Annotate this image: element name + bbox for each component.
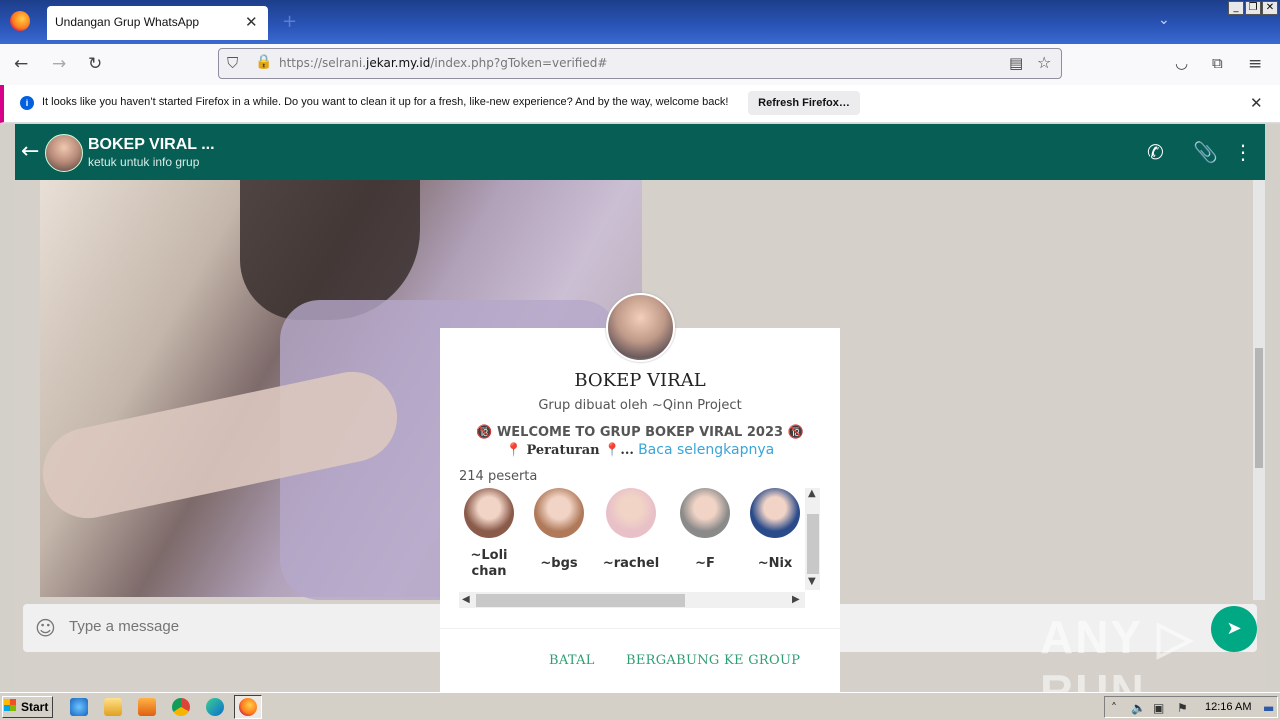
close-window-icon[interactable]: ✕ xyxy=(1262,1,1278,15)
member-item[interactable]: ~bgs xyxy=(529,486,589,590)
minimize-window-icon[interactable]: _ xyxy=(1228,1,1244,15)
group-invite-dialog: BOKEP VIRAL Grup dibuat oleh ~Qinn Proje… xyxy=(440,328,840,692)
firefox-icon xyxy=(239,698,257,716)
shield-icon[interactable]: ⛉ xyxy=(227,54,238,72)
member-item[interactable]: ~rachel xyxy=(601,486,661,590)
pocket-icon[interactable]: ◡ xyxy=(1175,54,1188,72)
address-bar[interactable]: ⛉ 🔒 https://selrani.jekar.my.id/index.ph… xyxy=(218,48,1062,79)
windows-taskbar: Start ˄ 🔈 ▣ ⚑ 12:16 AM ▬ xyxy=(0,692,1280,720)
image-region xyxy=(240,180,420,320)
menu-icon[interactable]: ≡ xyxy=(1248,54,1262,74)
group-avatar[interactable] xyxy=(45,134,83,172)
member-avatar xyxy=(606,488,656,538)
bookmark-star-icon[interactable]: ☆ xyxy=(1037,53,1051,72)
windows-logo-icon xyxy=(4,699,16,711)
reload-icon[interactable]: ↻ xyxy=(88,54,102,74)
tab-title: Undangan Grup WhatsApp xyxy=(55,15,200,29)
member-name: ~bgs xyxy=(540,556,578,571)
member-item[interactable]: ~Nix xyxy=(745,486,801,590)
browser-tab[interactable]: Undangan Grup WhatsApp ✕ xyxy=(47,6,268,40)
member-name: ~Nix xyxy=(757,556,793,571)
paperclip-icon[interactable]: 📎 xyxy=(1193,140,1218,164)
cancel-button[interactable]: BATAL xyxy=(549,653,595,668)
refresh-firefox-button[interactable]: Refresh Firefox… xyxy=(748,91,860,115)
group-subtitle[interactable]: ketuk untuk info grup xyxy=(88,155,199,169)
back-arrow-icon[interactable]: ← xyxy=(14,54,28,74)
lock-icon[interactable]: 🔒 xyxy=(255,54,272,70)
whatsapp-header[interactable]: ← BOKEP VIRAL ... ketuk untuk info grup … xyxy=(15,124,1265,180)
show-hidden-icons-icon[interactable]: ˄ xyxy=(1111,701,1117,715)
back-arrow-icon[interactable]: ← xyxy=(21,139,39,164)
emoji-icon[interactable]: ☺ xyxy=(35,616,56,640)
dialog-divider xyxy=(440,628,840,629)
restore-window-icon[interactable]: ❐ xyxy=(1245,1,1261,15)
taskbar-firefox-button[interactable] xyxy=(234,695,262,719)
tab-close-icon[interactable]: ✕ xyxy=(245,13,258,31)
close-notification-icon[interactable]: ✕ xyxy=(1250,94,1263,112)
member-name: ~F xyxy=(695,556,715,571)
browser-tab-strip: Undangan Grup WhatsApp ✕ + ⌄ _ ❐ ✕ xyxy=(0,0,1280,44)
network-icon[interactable]: ▣ xyxy=(1153,701,1164,715)
chrome-icon[interactable] xyxy=(172,698,190,716)
group-name[interactable]: BOKEP VIRAL ... xyxy=(88,136,215,154)
member-avatar xyxy=(534,488,584,538)
system-tray: ˄ 🔈 ▣ ⚑ 12:16 AM ▬ xyxy=(1104,696,1278,718)
file-explorer-icon[interactable] xyxy=(104,698,122,716)
scroll-down-icon[interactable]: ▼ xyxy=(808,576,816,587)
participant-count: 214 peserta xyxy=(459,469,538,484)
info-icon: i xyxy=(20,96,34,110)
scroll-right-icon[interactable]: ▶ xyxy=(792,594,800,605)
join-group-button[interactable]: BERGABUNG KE GROUP xyxy=(626,653,800,668)
forward-arrow-icon[interactable]: → xyxy=(52,54,66,74)
member-list[interactable]: ~Loli chan ~bgs ~rachel ~F ~Nix xyxy=(459,486,801,606)
dialog-group-name: BOKEP VIRAL xyxy=(574,370,706,391)
scrollbar-thumb[interactable] xyxy=(476,594,685,607)
volume-icon[interactable]: 🔈 xyxy=(1131,701,1146,715)
new-tab-icon[interactable]: + xyxy=(282,11,297,32)
phone-icon[interactable]: ✆ xyxy=(1147,140,1164,164)
firefox-notification-bar: i It looks like you haven’t started Fire… xyxy=(0,85,1280,123)
member-item[interactable]: ~Loli chan xyxy=(459,486,519,590)
media-player-icon[interactable] xyxy=(138,698,156,716)
firefox-logo-icon[interactable] xyxy=(10,11,30,31)
member-name: ~Loli chan xyxy=(470,548,508,579)
member-avatar xyxy=(680,488,730,538)
scroll-left-icon[interactable]: ◀ xyxy=(462,594,470,605)
browser-navigation-bar: ← → ↻ ⛉ 🔒 https://selrani.jekar.my.id/in… xyxy=(0,44,1280,85)
dialog-group-avatar xyxy=(606,293,675,362)
reader-view-icon[interactable]: ▤ xyxy=(1009,54,1023,72)
url-text[interactable]: https://selrani.jekar.my.id/index.php?gT… xyxy=(279,56,607,70)
message-input[interactable] xyxy=(69,618,469,635)
notification-message: It looks like you haven’t started Firefo… xyxy=(42,96,729,108)
scroll-up-icon[interactable]: ▲ xyxy=(808,488,816,499)
internet-explorer-icon[interactable] xyxy=(70,698,88,716)
extensions-icon[interactable]: ⧉ xyxy=(1212,54,1223,72)
scrollbar-thumb[interactable] xyxy=(807,514,819,574)
edge-icon[interactable] xyxy=(206,698,224,716)
member-avatar xyxy=(750,488,800,538)
group-creator: Grup dibuat oleh ~Qinn Project xyxy=(538,398,742,413)
member-name: ~rachel xyxy=(602,556,660,571)
clock[interactable]: 12:16 AM xyxy=(1205,701,1251,713)
read-more-link[interactable]: Baca selengkapnya xyxy=(638,442,774,458)
scrollbar-thumb[interactable] xyxy=(1255,348,1263,468)
group-description: 🔞 WELCOME TO GRUP BOKEP VIRAL 2023 🔞 xyxy=(476,425,804,440)
show-desktop-icon[interactable]: ▬ xyxy=(1263,701,1274,715)
group-rules: 📍 Peraturan 📍... Baca selengkapnya xyxy=(505,442,775,458)
member-item[interactable]: ~F xyxy=(675,486,735,590)
more-options-icon[interactable]: ⋮ xyxy=(1233,140,1253,164)
member-avatar xyxy=(464,488,514,538)
list-all-tabs-icon[interactable]: ⌄ xyxy=(1158,12,1170,28)
action-center-flag-icon[interactable]: ⚑ xyxy=(1177,701,1188,715)
